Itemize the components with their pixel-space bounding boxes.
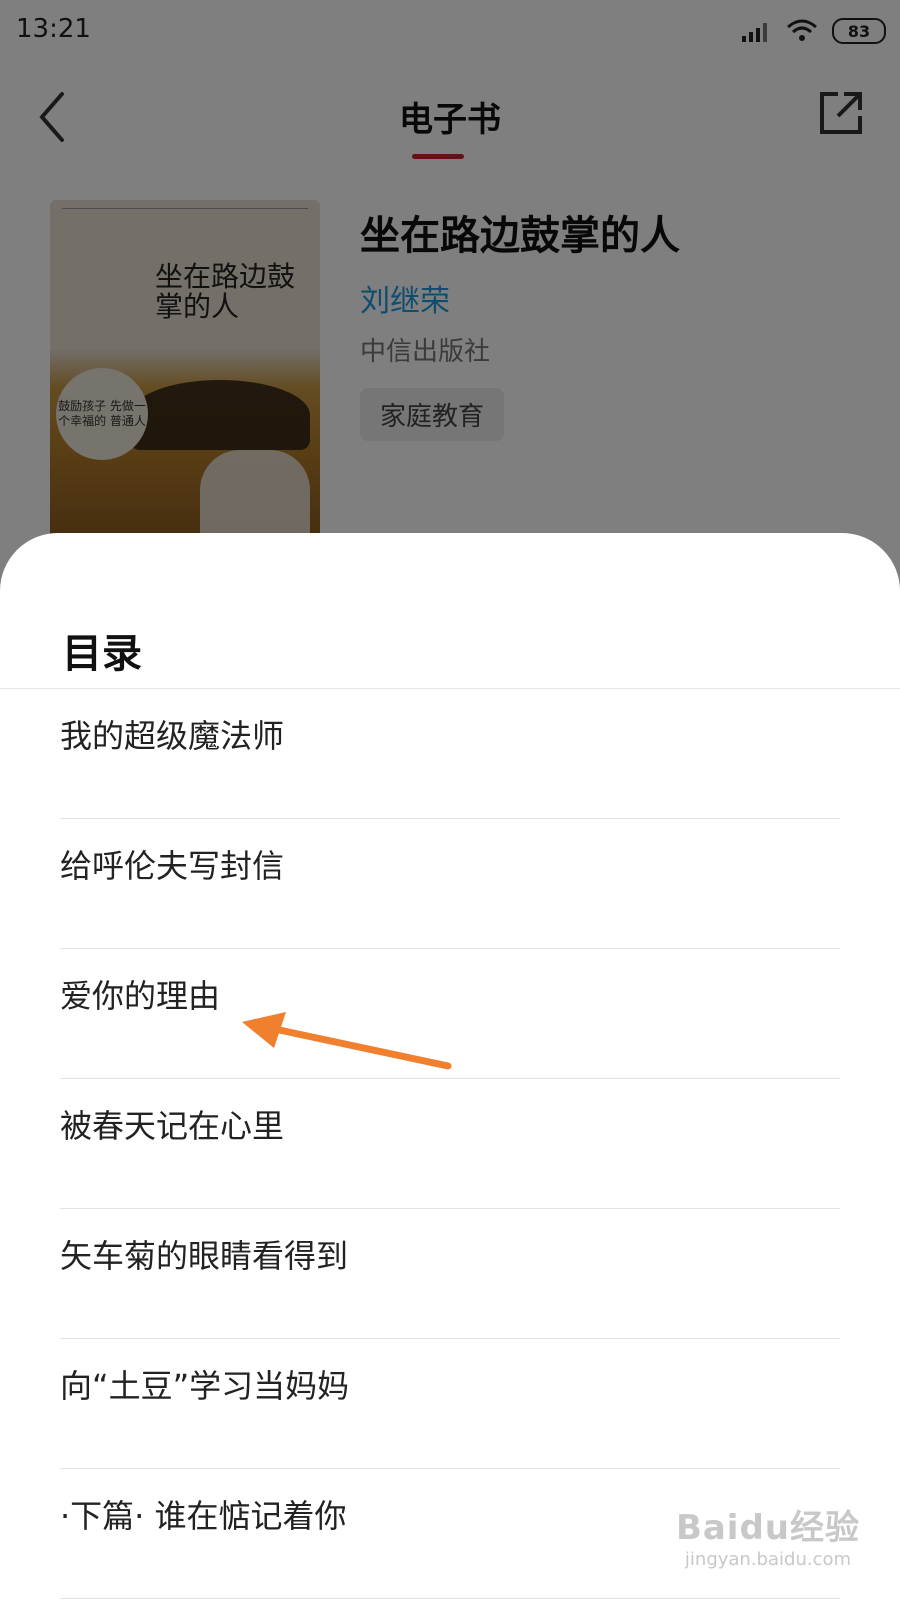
annotation-arrow-icon — [242, 1012, 452, 1070]
toc-title: 目录 — [62, 631, 142, 677]
toc-item-label: 被春天记在心里 — [60, 1107, 285, 1145]
watermark-logo: Baidu经验 — [675, 1508, 860, 1548]
toc-item[interactable]: 矢车菊的眼睛看得到 — [60, 1209, 840, 1339]
toc-item[interactable]: 我的超级魔法师 — [60, 689, 840, 819]
toc-item[interactable]: 向“土豆”学习当妈妈 — [60, 1339, 840, 1469]
toc-item-label: 给呼伦夫写封信 — [60, 847, 285, 885]
watermark-url: jingyan.baidu.com — [684, 1549, 852, 1570]
baidu-watermark: Baidu经验 jingyan.baidu.com — [676, 1500, 860, 1570]
toc-item-label: 爱你的理由 — [60, 977, 221, 1015]
toc-item-label: 向“土豆”学习当妈妈 — [60, 1367, 350, 1405]
page: 13:21 83 电子书 — [0, 0, 900, 1600]
toc-list: 我的超级魔法师 给呼伦夫写封信 爱你的理由 被春天记在心里 矢车菊的眼睛看得到 … — [60, 689, 840, 1599]
toc-item-label: ·下篇· 谁在惦记着你 — [60, 1497, 347, 1535]
toc-item[interactable]: 给呼伦夫写封信 — [60, 819, 840, 949]
toc-item[interactable]: 被春天记在心里 — [60, 1079, 840, 1209]
toc-item-label: 我的超级魔法师 — [60, 717, 285, 755]
toc-item-label: 矢车菊的眼睛看得到 — [60, 1237, 349, 1275]
